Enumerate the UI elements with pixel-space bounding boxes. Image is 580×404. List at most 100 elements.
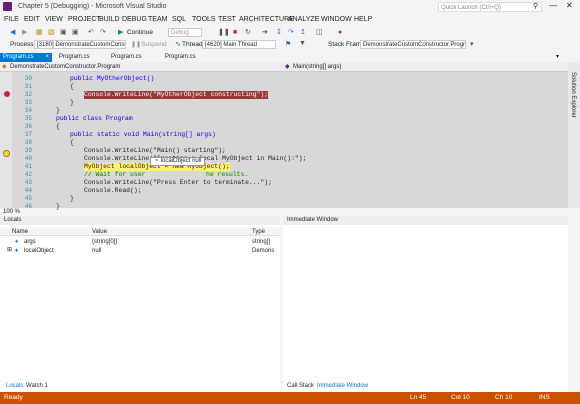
expand-icon[interactable]: ⊞ (7, 246, 12, 254)
locals-columns: Name Value Type (0, 227, 280, 236)
menu-window[interactable]: WINDOW (321, 16, 352, 23)
menu-team[interactable]: TEAM (148, 16, 167, 23)
column-value[interactable]: Value (92, 228, 107, 236)
editor-scrollbar[interactable]: Solution Explorer (568, 62, 580, 208)
quick-launch-input[interactable]: Quick Launch (Ctrl+Q) (438, 2, 542, 12)
menu-debug[interactable]: DEBUG (122, 16, 147, 23)
tab-call-stack[interactable]: Call Stack (285, 381, 316, 391)
menu-analyze[interactable]: ANALYZE (288, 16, 319, 23)
type-select[interactable]: DemonstrateCustomConstructor.Program (10, 63, 280, 71)
data-tip[interactable]: ⚬ localObject null (150, 157, 206, 166)
locals-header: Locals (0, 216, 280, 225)
menu-bar: FILE EDIT VIEW PROJECT BUILD DEBUG TEAM … (0, 14, 580, 27)
column-name[interactable]: Name (12, 228, 28, 236)
continue-button[interactable]: Continue (127, 29, 153, 37)
breakpoint-icon[interactable] (4, 91, 10, 97)
column-type[interactable]: Type (252, 228, 265, 236)
back-icon[interactable]: ◀ (10, 29, 15, 37)
filter-icon[interactable]: ▼ (299, 40, 306, 47)
close-icon[interactable]: ✕ (566, 1, 573, 10)
config-select[interactable]: Debug (168, 28, 202, 37)
menu-project[interactable]: PROJECT (68, 16, 101, 23)
stop-icon[interactable]: ■ (233, 29, 237, 37)
code-line: { (56, 123, 60, 130)
tab-program-cs-2[interactable]: Program.cs (56, 53, 104, 62)
tab-label: Program.cs (165, 54, 196, 60)
save-all-icon[interactable]: ▣ (72, 29, 79, 37)
thread-select[interactable]: [4620] Main Thread (202, 40, 276, 49)
menu-sql[interactable]: SQL (172, 16, 186, 23)
process-select[interactable]: [3180] DemonstrateCustomConstr (34, 40, 126, 49)
redo-icon[interactable]: ↷ (100, 29, 106, 37)
line-number: 45 (24, 195, 32, 202)
step-out-icon[interactable]: ↥ (300, 29, 306, 37)
overflow-icon[interactable]: ▾ (470, 40, 474, 48)
step-over-icon[interactable]: ↷ (288, 29, 294, 37)
local-name: localObject (24, 248, 54, 254)
breakpoint-toggle-icon[interactable]: ● (338, 29, 342, 37)
tab-locals[interactable]: Locals (4, 381, 25, 391)
thread-icon: ∿ (175, 41, 181, 48)
continue-icon[interactable]: ▶ (118, 29, 123, 37)
line-number: 32 (24, 91, 32, 98)
tab-list-icon[interactable]: ▾ (556, 53, 559, 60)
code-editor[interactable]: 30 31 32 33 34 35 36 37 38 39 40 41 42 4… (0, 72, 568, 210)
variable-icon: ♦ (15, 248, 19, 254)
menu-build[interactable]: BUILD (99, 16, 120, 23)
code-line: } (56, 107, 60, 114)
line-number: 40 (24, 155, 32, 162)
step-into-icon[interactable]: ↧ (276, 29, 282, 37)
navigation-bar: ◆ DemonstrateCustomConstructor.Program ◆… (0, 62, 568, 72)
open-icon[interactable]: ▧ (48, 29, 55, 37)
tab-program-cs-1[interactable]: Program.cs × (0, 53, 52, 62)
line-number: 41 (24, 163, 32, 170)
minimize-icon[interactable]: — (549, 1, 557, 10)
status-insert-mode: INS (539, 394, 550, 401)
process-label: Process: (10, 41, 36, 48)
show-next-statement-icon[interactable]: ➜ (262, 29, 268, 37)
menu-architecture[interactable]: ARCHITECTURE (239, 16, 294, 23)
menu-tools[interactable]: TOOLS (192, 16, 216, 23)
immediate-window[interactable]: Immediate Window Call Stack Immediate Wi… (283, 216, 568, 392)
member-select[interactable]: Main(string[] args) (293, 63, 553, 71)
solution-explorer-side-tab[interactable]: Solution Explorer (570, 72, 576, 118)
menu-edit[interactable]: EDIT (24, 16, 40, 23)
forward-icon[interactable]: ▶ (22, 29, 27, 37)
tab-immediate-window[interactable]: Immediate Window (315, 381, 371, 391)
line-number: 37 (24, 131, 32, 138)
line-number: 31 (24, 83, 32, 90)
menu-help[interactable]: HELP (354, 16, 372, 23)
close-tab-icon[interactable]: × (45, 53, 49, 62)
table-row[interactable]: ⊞ ♦ localObject null Demons (0, 246, 280, 255)
new-project-icon[interactable]: ▦ (36, 29, 43, 37)
search-icon[interactable]: ⚲ (533, 2, 538, 10)
restart-icon[interactable]: ↻ (245, 29, 251, 37)
suspend-icon[interactable]: ❚❚ (131, 41, 141, 48)
undo-icon[interactable]: ↶ (88, 29, 94, 37)
save-icon[interactable]: ▣ (60, 29, 67, 37)
tab-label: Program.cs (59, 54, 90, 60)
stack-frame-select[interactable]: DemonstrateCustomConstructor.Program (360, 40, 466, 49)
suspend-button[interactable]: Suspend (141, 41, 167, 48)
tab-watch-1[interactable]: Watch 1 (24, 381, 50, 391)
tab-program-cs-4[interactable]: Program.cs (162, 53, 210, 62)
table-row[interactable]: ♦ args {string[0]} string[] (0, 237, 280, 246)
code-line-breakpoint: Console.WriteLine("MyOtherObject constru… (84, 91, 269, 99)
method-icon: ◆ (285, 64, 290, 70)
zoom-level[interactable]: 100 % (0, 208, 568, 216)
menu-view[interactable]: VIEW (45, 16, 63, 23)
code-line: Console.WriteLine("Main() starting"); (84, 147, 226, 154)
menu-test[interactable]: TEST (218, 16, 236, 23)
tab-program-cs-3[interactable]: Program.cs (108, 53, 156, 62)
class-icon: ◆ (2, 64, 7, 70)
pin-icon[interactable]: ⚬ (154, 158, 159, 164)
status-text: Ready (4, 394, 23, 401)
pause-icon[interactable]: ❚❚ (218, 29, 230, 37)
line-number: 34 (24, 107, 32, 114)
flag-icon[interactable]: ⚑ (285, 40, 291, 48)
code-line: { (70, 139, 74, 146)
hex-icon[interactable]: ◫ (316, 29, 323, 37)
menu-file[interactable]: FILE (4, 16, 19, 23)
line-number: 36 (24, 123, 32, 130)
code-line: // Wait for user (84, 171, 146, 178)
